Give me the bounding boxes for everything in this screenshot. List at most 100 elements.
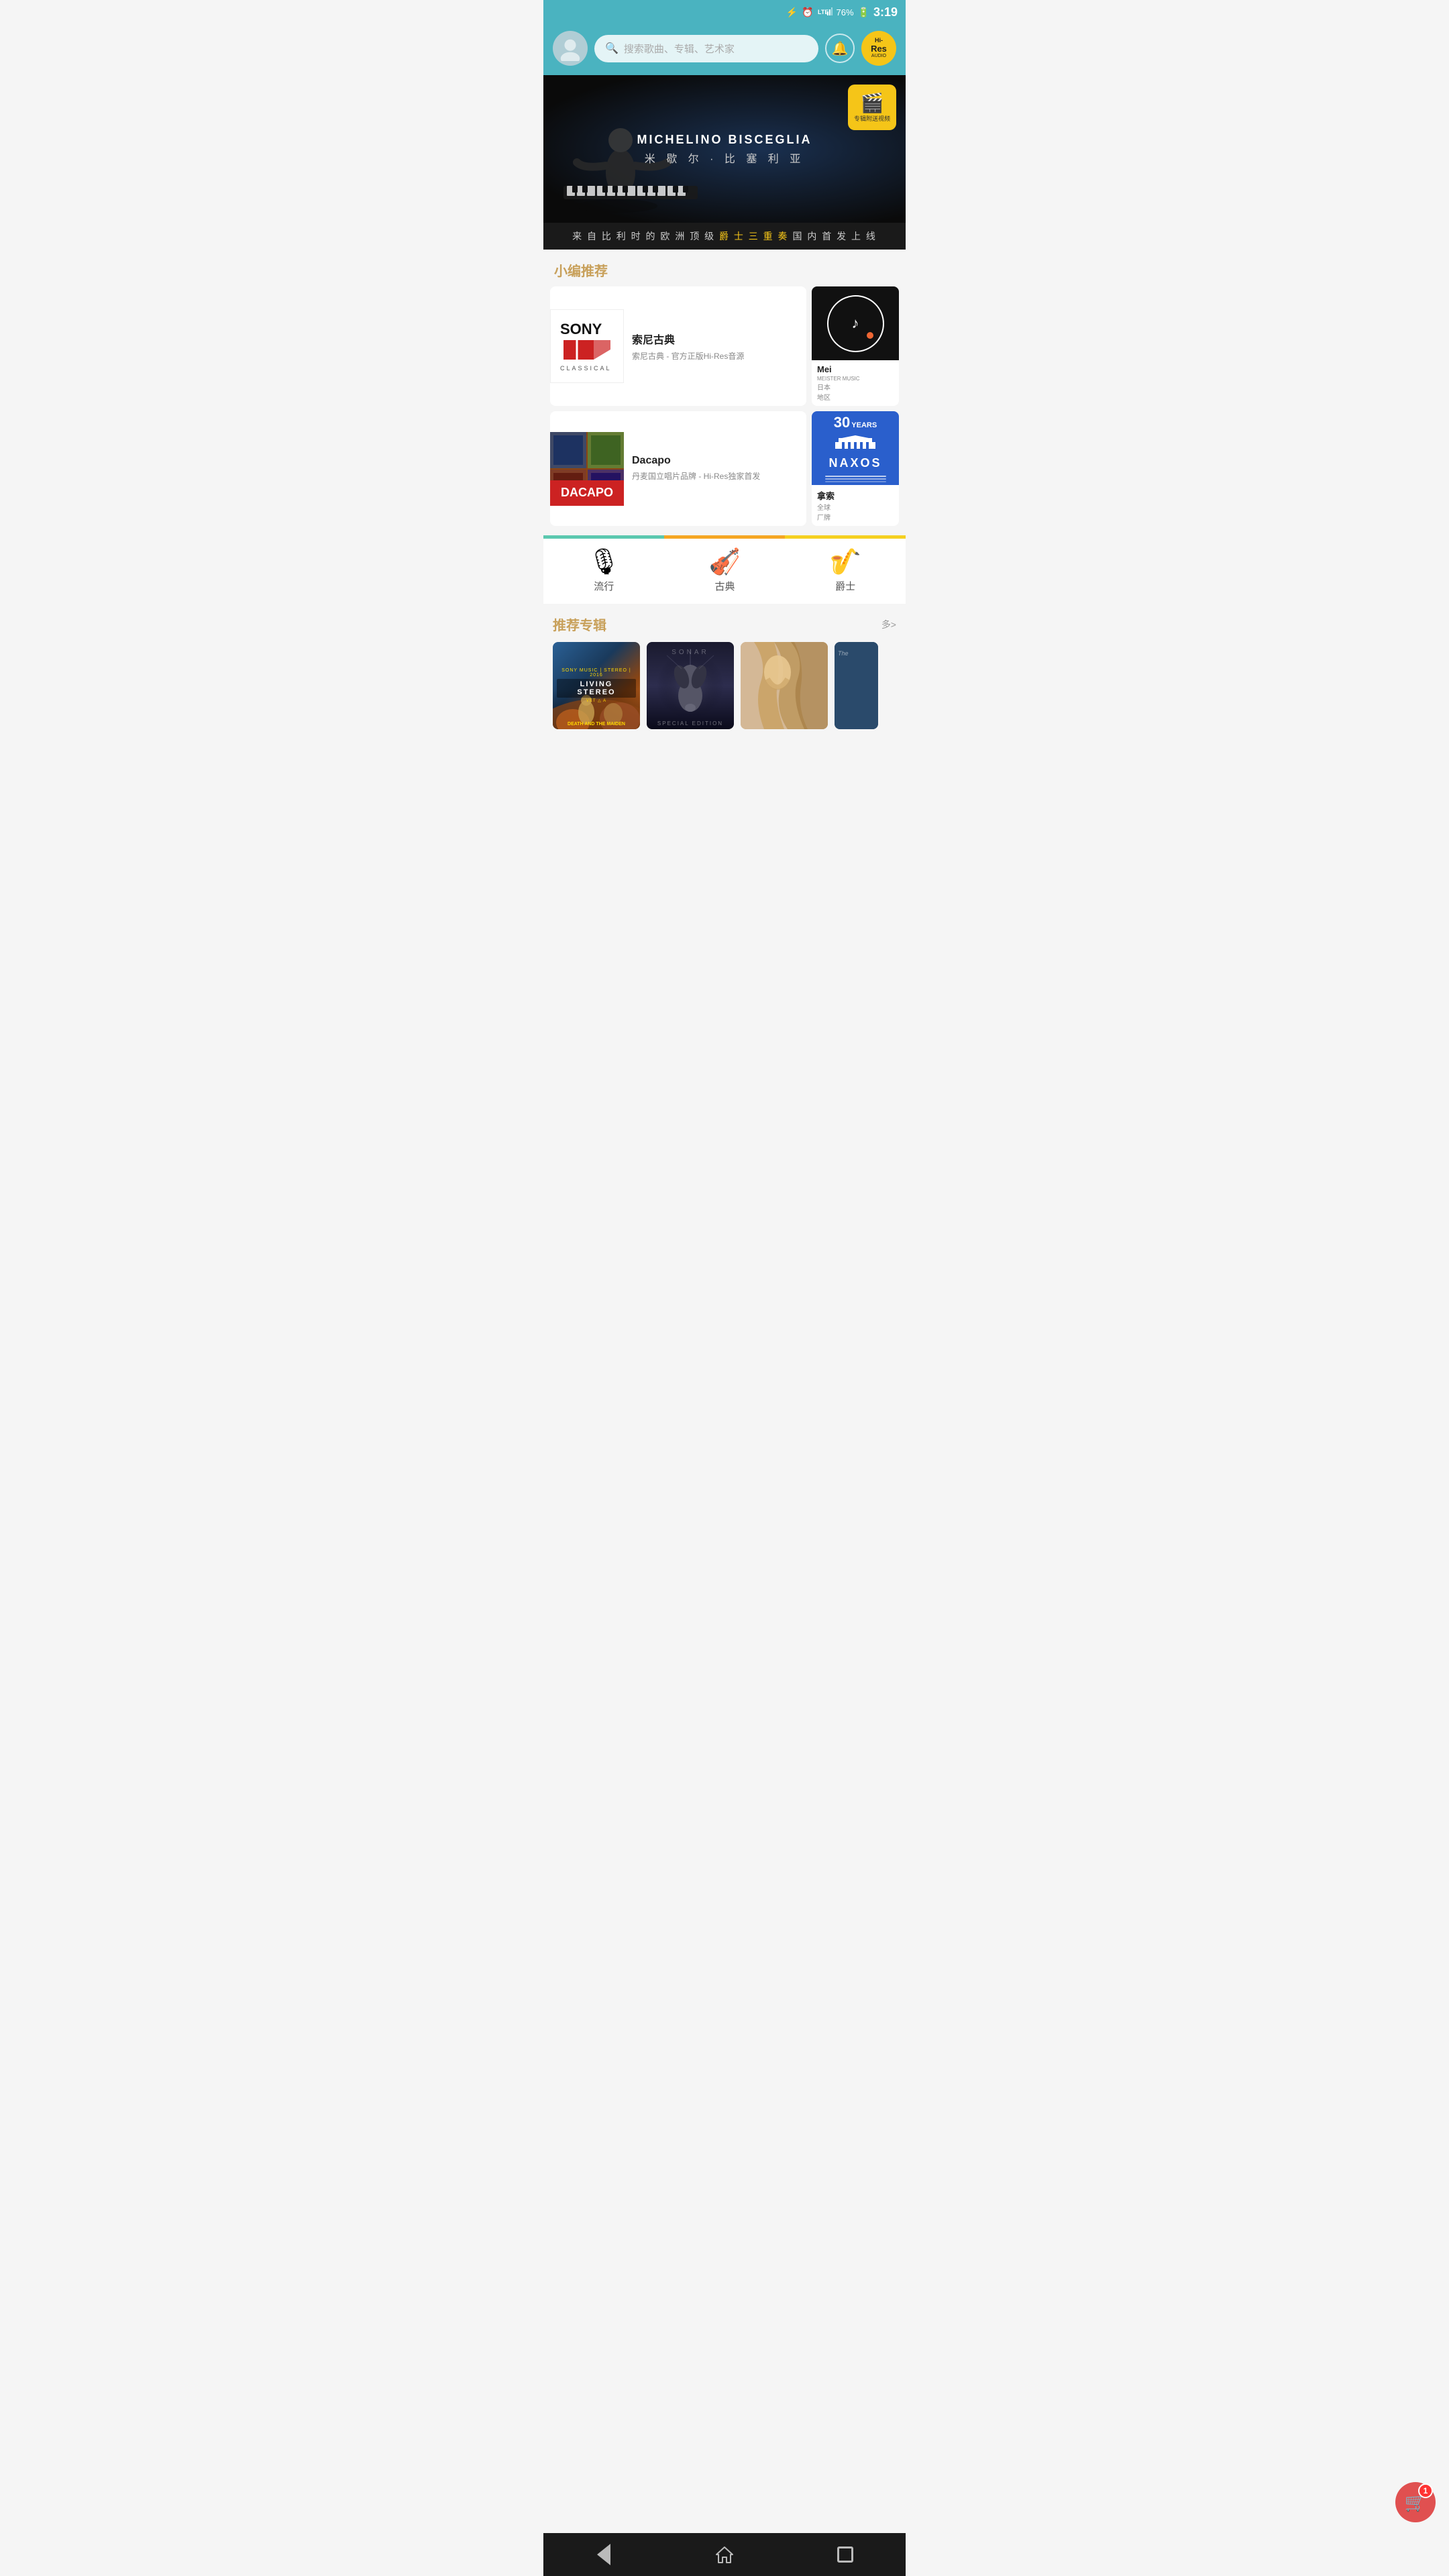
cart-badge: 1 xyxy=(1418,2483,1433,2498)
naxos-desc1: 全球 xyxy=(817,502,894,512)
genre-label-jazz: 爵士 xyxy=(835,579,855,593)
saxophone-icon: 🎷 xyxy=(829,549,861,575)
clock: 3:19 xyxy=(873,5,898,19)
dacapo-svg: DACAPO xyxy=(550,432,624,506)
album-card-sonar[interactable]: SONAR xyxy=(647,642,734,729)
back-icon xyxy=(597,2544,610,2565)
reco-card-sony[interactable]: SONY CLASSICAL 索尼古典 索尼古典 - 官方正版Hi-Res音源 xyxy=(550,286,806,406)
svg-text:LTE: LTE xyxy=(818,9,828,15)
meister-title: Mei xyxy=(817,364,894,374)
naxos-logo: 30 YEARS xyxy=(812,411,899,485)
violin-icon: 🎻 xyxy=(709,549,741,575)
banner-sub-text1: 来 自 比 利 时 的 欧 洲 顶 级 xyxy=(572,231,715,241)
reco-card-naxos[interactable]: 30 YEARS xyxy=(812,411,899,526)
banner-artist-cn: 米 歇 尔 · 比 塞 利 亚 xyxy=(637,150,812,166)
albums-row: SONY MUSIC | STEREO | 2016 LIVING STEREO… xyxy=(553,642,896,729)
status-bar: ⚡ ⏰ LTE 76% 🔋 3:19 xyxy=(543,0,906,24)
dacapo-logo: DACAPO xyxy=(550,432,624,506)
blonde-svg xyxy=(741,642,828,729)
banner-subtitle: 来 自 比 利 时 的 欧 洲 顶 级 爵 士 三 重 奏 国 内 首 发 上 … xyxy=(543,223,906,250)
reco-card-meister[interactable]: ♪ Mei MEISTER MUSIC 日本 地区 xyxy=(812,286,899,406)
naxos-title: 拿索 xyxy=(817,489,894,502)
meister-logo: ♪ xyxy=(812,286,899,360)
status-icons: ⚡ ⏰ LTE 76% 🔋 3:19 xyxy=(786,5,898,19)
battery-percent: 76% xyxy=(837,7,854,17)
partial-album-svg: The xyxy=(835,642,878,729)
meister-logo-label: MEISTER MUSIC xyxy=(817,376,894,382)
hires-res: Res xyxy=(871,44,887,54)
video-icon-button[interactable]: 🎬 专辑附送视频 xyxy=(848,85,896,130)
living-stereo-cover: SONY MUSIC | STEREO | 2016 LIVING STEREO… xyxy=(553,642,640,729)
sony-card-title: 索尼古典 xyxy=(632,331,798,347)
hires-badge[interactable]: Hi- Res AUDIO xyxy=(861,31,896,66)
notification-button[interactable]: 🔔 xyxy=(825,34,855,63)
home-icon xyxy=(715,2545,734,2564)
bottom-nav xyxy=(543,2533,906,2576)
header: 🔍 搜索歌曲、专辑、艺术家 🔔 Hi- Res AUDIO xyxy=(543,24,906,75)
recommendations-grid: SONY CLASSICAL 索尼古典 索尼古典 - 官方正版Hi-Res音源 xyxy=(543,286,906,533)
dacapo-card-info: Dacapo 丹麦国立唱片品牌 - Hi-Res独家首发 xyxy=(624,448,806,489)
albums-section: 推荐专辑 多> SONY MUSIC | STEREO | 2016 LIVIN… xyxy=(543,604,906,736)
header-right: 🔔 Hi- Res AUDIO xyxy=(825,31,896,66)
lte-icon: LTE xyxy=(818,6,833,19)
sony-classical-svg: SONY CLASSICAL xyxy=(557,319,617,373)
search-icon: 🔍 xyxy=(605,42,619,55)
microphone-icon: 🎙 xyxy=(588,549,620,575)
living-stereo-brand: LIVING STEREO xyxy=(557,679,636,698)
reco-row-2: DACAPO Dacapo 丹麦国立唱片品牌 - Hi-Res独家首发 30 Y… xyxy=(550,411,899,526)
living-stereo-sub: VET △ A xyxy=(557,698,636,703)
recommendations-title: 小编推荐 xyxy=(543,250,906,286)
sony-card-info: 索尼古典 索尼古典 - 官方正版Hi-Res音源 xyxy=(624,324,806,369)
meister-desc: 日本 xyxy=(817,382,894,392)
albums-more-button[interactable]: 多> xyxy=(881,618,896,631)
avatar[interactable] xyxy=(553,31,588,66)
sonar-text: SONAR xyxy=(672,649,709,656)
meister-region: 地区 xyxy=(817,392,894,402)
genre-color-seg1 xyxy=(543,535,664,539)
alarm-icon: ⏰ xyxy=(802,7,813,18)
film-icon: 🎬 xyxy=(861,92,884,114)
banner-sub-text2: 国 内 首 发 上 线 xyxy=(792,231,876,241)
svg-text:The: The xyxy=(838,650,849,657)
video-label: 专辑附送视频 xyxy=(854,115,890,123)
bluetooth-icon: ⚡ xyxy=(786,7,798,18)
banner-sub-highlight: 爵 士 三 重 奏 xyxy=(719,231,789,241)
albums-title: 推荐专辑 xyxy=(553,614,606,634)
reco-row-1: SONY CLASSICAL 索尼古典 索尼古典 - 官方正版Hi-Res音源 xyxy=(550,286,899,406)
naxos-building-icon xyxy=(832,435,879,449)
recent-apps-icon xyxy=(837,2546,853,2563)
genre-item-jazz[interactable]: 🎷 爵士 xyxy=(829,549,861,593)
blonde-cover xyxy=(741,642,828,729)
genre-bar-wrap: 🎙 流行 🎻 古典 🎷 爵士 xyxy=(543,533,906,604)
search-bar[interactable]: 🔍 搜索歌曲、专辑、艺术家 xyxy=(594,35,818,62)
album-card-blonde[interactable] xyxy=(741,642,828,729)
recent-apps-button[interactable] xyxy=(828,2542,862,2567)
banner-content: MICHELINO BISCEGLIA 米 歇 尔 · 比 塞 利 亚 xyxy=(623,126,825,172)
back-button[interactable] xyxy=(587,2542,621,2567)
cart-fab-button[interactable]: 🛒 1 xyxy=(1395,2482,1436,2522)
svg-text:SONY: SONY xyxy=(560,321,602,337)
album-card-living-stereo[interactable]: SONY MUSIC | STEREO | 2016 LIVING STEREO… xyxy=(553,642,640,729)
album-card-partial[interactable]: The xyxy=(835,642,878,729)
genre-item-pop[interactable]: 🎙 流行 xyxy=(588,549,620,593)
albums-header: 推荐专辑 多> xyxy=(553,614,896,634)
living-stereo-top-text: SONY MUSIC | STEREO | 2016 xyxy=(557,668,636,678)
bell-icon: 🔔 xyxy=(832,40,849,57)
genre-label-pop: 流行 xyxy=(594,579,614,593)
hires-audio: AUDIO xyxy=(871,54,886,59)
home-button[interactable] xyxy=(708,2542,741,2567)
genre-color-seg2 xyxy=(664,535,785,539)
svg-text:DACAPO: DACAPO xyxy=(561,486,613,499)
genre-color-seg3 xyxy=(785,535,906,539)
reco-card-dacapo[interactable]: DACAPO Dacapo 丹麦国立唱片品牌 - Hi-Res独家首发 xyxy=(550,411,806,526)
dacapo-card-desc: 丹麦国立唱片品牌 - Hi-Res独家首发 xyxy=(632,471,798,482)
banner: MICHELINO BISCEGLIA 米 歇 尔 · 比 塞 利 亚 🎬 专辑… xyxy=(543,75,906,223)
banner-artist-en: MICHELINO BISCEGLIA xyxy=(637,133,812,147)
battery-icon: 🔋 xyxy=(858,7,869,18)
genre-bar: 🎙 流行 🎻 古典 🎷 爵士 xyxy=(543,539,906,604)
genre-label-classical: 古典 xyxy=(714,579,735,593)
genre-item-classical[interactable]: 🎻 古典 xyxy=(709,549,741,593)
naxos-desc2: 厂牌 xyxy=(817,512,894,522)
sonar-cover: SONAR xyxy=(647,642,734,729)
search-placeholder: 搜索歌曲、专辑、艺术家 xyxy=(624,42,735,56)
